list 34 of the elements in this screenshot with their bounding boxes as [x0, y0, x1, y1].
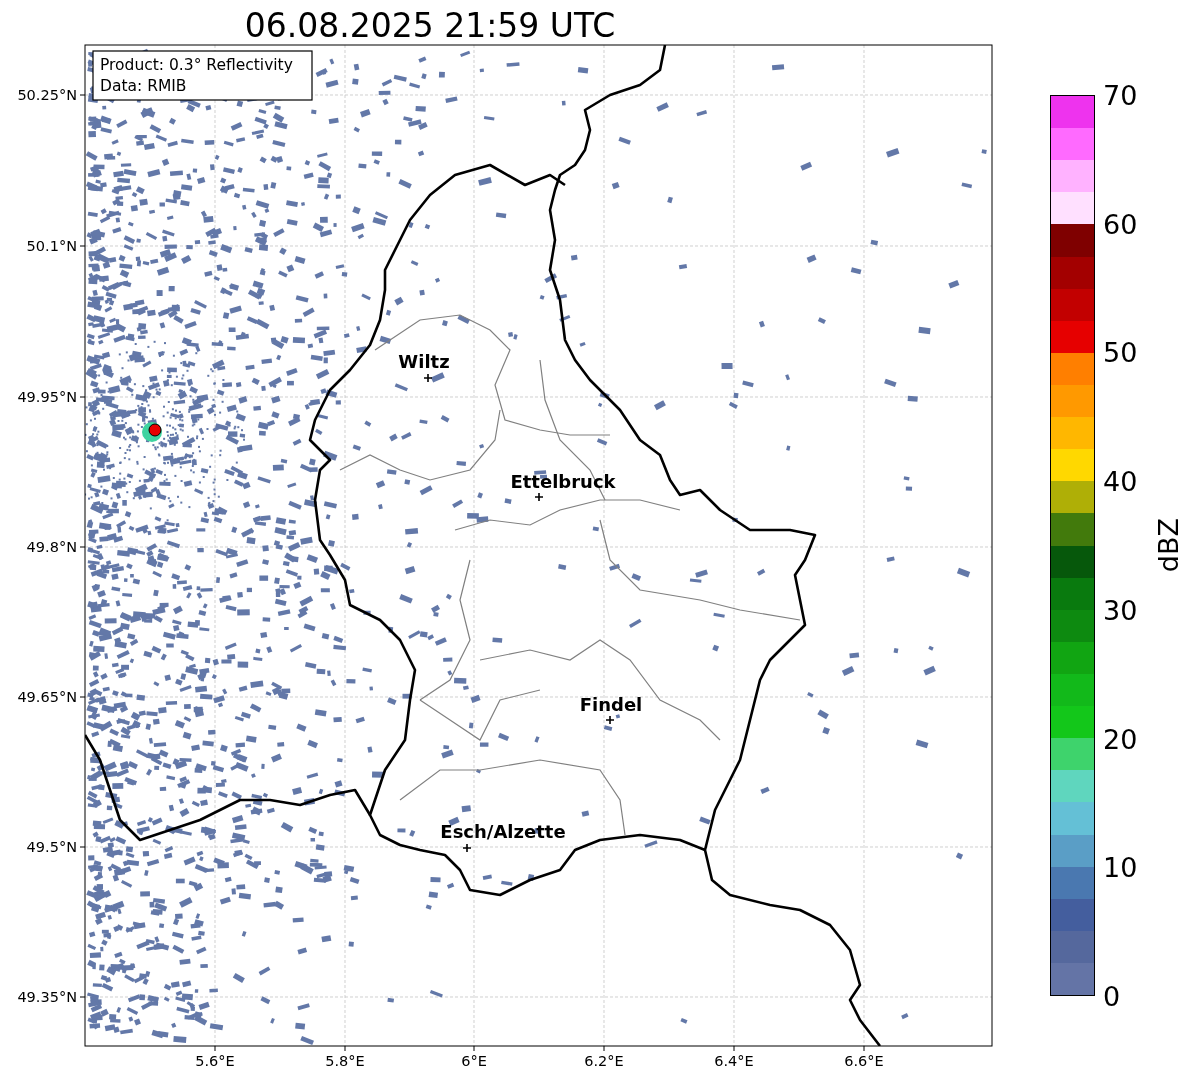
- colorbar-tick-label: 0: [1103, 982, 1121, 1010]
- city-marker-icon: [423, 373, 433, 383]
- y-tick-label: 49.65°N: [17, 689, 77, 705]
- x-tick-label: 6.6°E: [844, 1053, 884, 1069]
- x-tick-label: 5.8°E: [325, 1053, 365, 1069]
- colorbar-tick-label: 40: [1103, 467, 1138, 495]
- y-tick-label: 49.35°N: [17, 989, 77, 1005]
- chart-title: 06.08.2025 21:59 UTC: [244, 6, 616, 45]
- colorbar-tick-label: 60: [1103, 210, 1138, 238]
- x-tick-label: 6.2°E: [584, 1053, 624, 1069]
- y-tick-label: 49.5°N: [26, 839, 77, 855]
- info-text: Product: 0.3° Reflectivity: [100, 56, 293, 74]
- city-marker-icon: [462, 843, 472, 853]
- x-tick-label: 6.4°E: [714, 1053, 754, 1069]
- colorbar-tick-label: 20: [1103, 725, 1138, 753]
- info-text: Data: RMIB: [100, 77, 187, 95]
- city-marker-icon: [534, 492, 544, 502]
- colorbar-tick-label: 30: [1103, 596, 1138, 624]
- colorbar-label: dBZ: [1153, 518, 1184, 573]
- y-tick-label: 49.95°N: [17, 389, 77, 405]
- colorbar-tick-label: 50: [1103, 338, 1138, 366]
- city-label: Findel: [579, 694, 643, 715]
- x-tick-label: 6°E: [461, 1053, 487, 1069]
- radar-site-icon: [142, 422, 162, 442]
- y-tick-label: 50.1°N: [26, 238, 77, 254]
- city-marker-icon: [605, 715, 615, 725]
- colorbar-tick-label: 10: [1103, 853, 1138, 881]
- city-label: Wiltz: [398, 351, 450, 372]
- city-label: Esch/Alzette: [440, 821, 566, 842]
- city-label: Ettelbruck: [510, 471, 616, 492]
- y-tick-label: 50.25°N: [17, 87, 77, 103]
- y-tick-label: 49.8°N: [26, 539, 77, 555]
- colorbar-tick-label: 70: [1103, 81, 1138, 109]
- x-tick-label: 5.6°E: [195, 1053, 235, 1069]
